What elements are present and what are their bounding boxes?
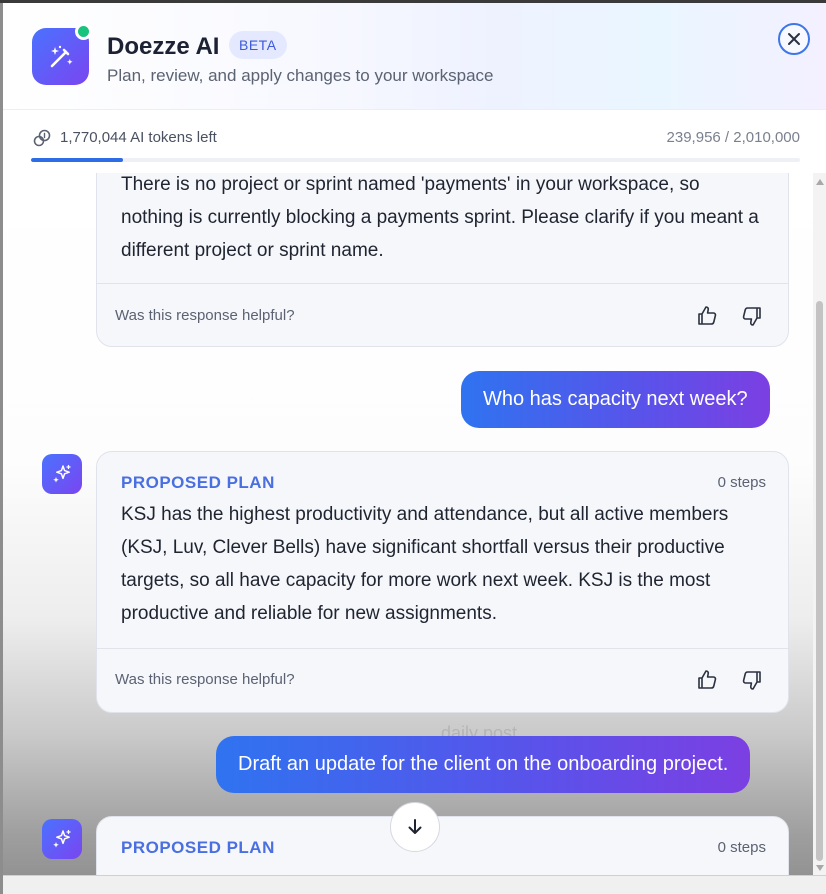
assistant-avatar bbox=[42, 454, 82, 494]
user-message: Draft an update for the client on the on… bbox=[216, 736, 751, 793]
app-title: Doezze AI bbox=[107, 33, 220, 60]
thumbs-up-icon[interactable] bbox=[695, 304, 719, 328]
user-message: Who has capacity next week? bbox=[461, 371, 770, 428]
thumbs-down-icon[interactable] bbox=[740, 668, 764, 692]
proposed-plan-label: PROPOSED PLAN bbox=[121, 838, 275, 857]
sparkle-icon bbox=[53, 829, 71, 848]
ai-assistant-panel: Doezze AI BETA Plan, review, and apply c… bbox=[3, 3, 826, 894]
assistant-message-text: KSJ has the highest productivity and att… bbox=[121, 504, 729, 624]
online-status-indicator bbox=[75, 23, 92, 40]
scrollbar-up-arrow[interactable] bbox=[816, 179, 824, 185]
token-usage-bar: 1,770,044 AI tokens left 239,956 / 2,010… bbox=[3, 109, 826, 173]
sparkle-icon bbox=[53, 464, 71, 483]
app-subtitle: Plan, review, and apply changes to your … bbox=[107, 66, 494, 85]
helpful-prompt: Was this response helpful? bbox=[115, 671, 295, 688]
close-icon bbox=[788, 33, 800, 45]
scrollbar-thumb[interactable] bbox=[816, 301, 823, 861]
close-button[interactable] bbox=[778, 23, 810, 55]
thumbs-up-icon[interactable] bbox=[695, 668, 719, 692]
scroll-to-bottom-button[interactable] bbox=[390, 802, 440, 852]
tokens-left-label: 1,770,044 AI tokens left bbox=[60, 129, 217, 146]
chat-thread[interactable]: There is no project or sprint named 'pay… bbox=[3, 173, 826, 894]
link-coin-icon bbox=[33, 129, 51, 147]
plan-steps-count: 0 steps bbox=[717, 474, 766, 491]
assistant-message: There is no project or sprint named 'pay… bbox=[96, 173, 789, 347]
tokens-usage-label: 239,956 / 2,010,000 bbox=[666, 129, 800, 146]
scrollbar-down-arrow[interactable] bbox=[816, 865, 824, 871]
bottom-bar bbox=[3, 875, 826, 894]
assistant-plan-message: PROPOSED PLAN 0 steps KSJ has the highes… bbox=[96, 451, 789, 713]
card-divider bbox=[97, 648, 788, 649]
panel-header: Doezze AI BETA Plan, review, and apply c… bbox=[3, 3, 826, 109]
assistant-message-text: There is no project or sprint named 'pay… bbox=[121, 174, 759, 261]
arrow-down-icon bbox=[408, 819, 422, 834]
proposed-plan-label: PROPOSED PLAN bbox=[121, 473, 275, 492]
helpful-prompt: Was this response helpful? bbox=[115, 307, 295, 324]
beta-badge: BETA bbox=[229, 31, 287, 59]
assistant-avatar bbox=[42, 819, 82, 859]
card-divider bbox=[97, 283, 788, 284]
token-progress-track bbox=[31, 158, 800, 162]
plan-steps-count: 0 steps bbox=[717, 839, 766, 856]
token-progress-fill bbox=[31, 158, 123, 162]
thumbs-down-icon[interactable] bbox=[740, 304, 764, 328]
